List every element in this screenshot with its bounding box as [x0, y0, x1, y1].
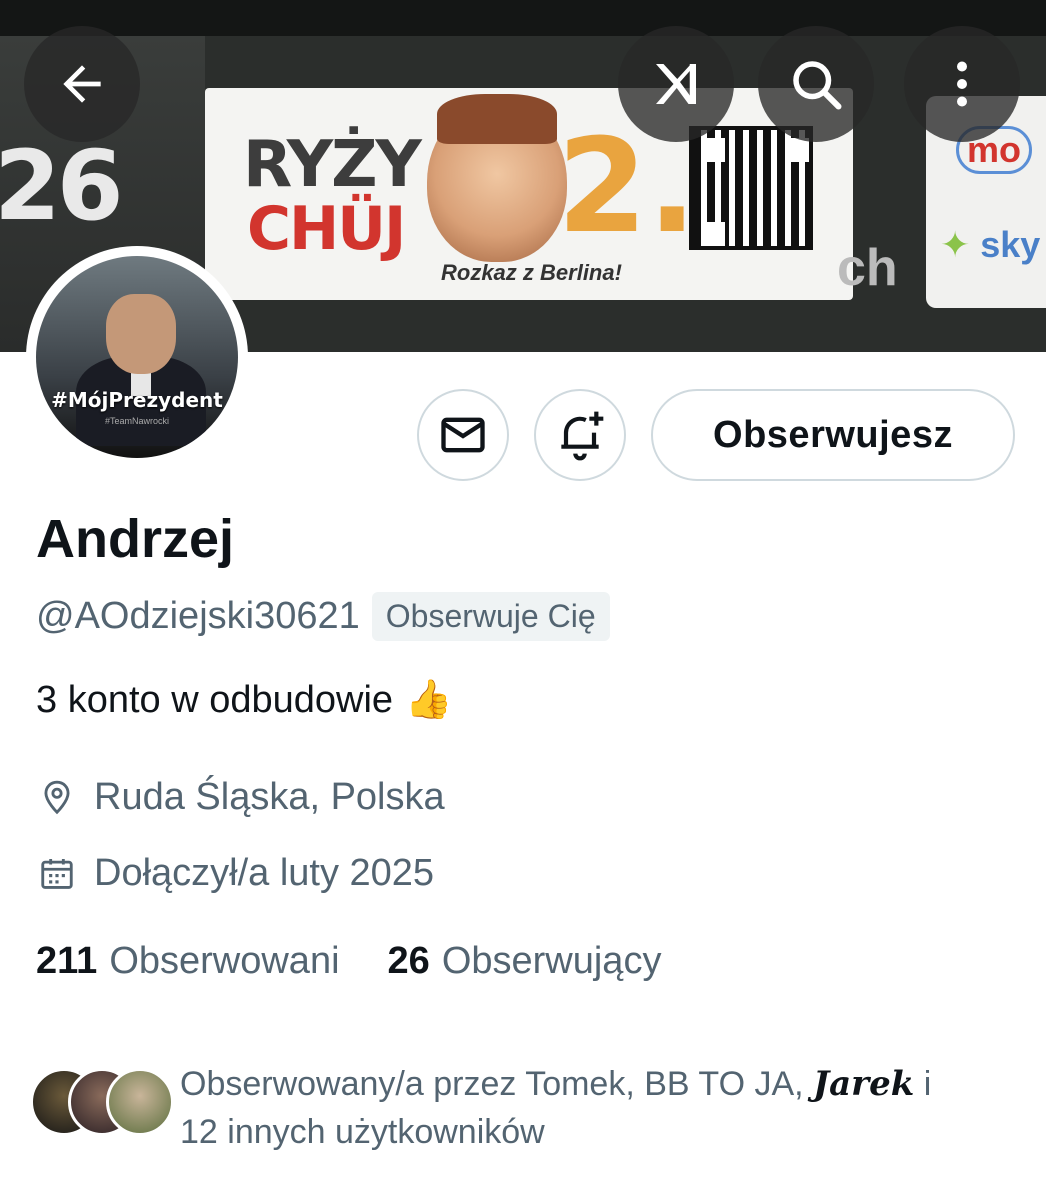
notify-button[interactable]	[534, 389, 626, 481]
qr-code-image	[689, 126, 813, 250]
profile-handle: @AOdziejski30621	[36, 594, 360, 637]
followers-label: Obserwujący	[441, 940, 662, 982]
search-icon	[793, 61, 842, 110]
profile-bio: 3 konto w odbudowie 👍	[36, 678, 452, 722]
grok-button[interactable]	[618, 26, 734, 142]
follower-avatar-3	[106, 1068, 174, 1136]
banner-number: 26	[0, 130, 124, 242]
calendar-icon	[36, 853, 78, 895]
avatar-image: #MójPrezydent #TeamNawrocki	[36, 256, 238, 458]
back-button[interactable]	[24, 26, 140, 142]
search-button[interactable]	[758, 26, 874, 142]
banner-suffix: ch	[837, 239, 898, 297]
more-vertical-icon	[957, 61, 967, 107]
handle-row: @AOdziejski30621 Obserwuje Cię	[36, 590, 610, 642]
banner-top-strip	[0, 0, 1046, 36]
followers-count: 26	[387, 940, 430, 982]
message-button[interactable]	[417, 389, 509, 481]
follow-stats: 211 Obserwowani 26 Obserwujący	[36, 940, 661, 983]
followed-by-row[interactable]: Obserwowany/a przez Tomek, BB TO JA, Jar…	[30, 1060, 1020, 1160]
followers-link[interactable]: 26 Obserwujący	[388, 940, 662, 983]
bio-text: 3 konto w odbudowie	[36, 678, 394, 721]
followed-by-conj: i	[923, 1065, 932, 1103]
banner-subtitle: Rozkaz z Berlina!	[441, 260, 622, 285]
following-count: 211	[36, 940, 98, 982]
more-button[interactable]	[904, 26, 1020, 142]
location-pin-icon	[36, 777, 78, 819]
followed-by-suffix: 12 innych użytkowników	[180, 1113, 545, 1151]
banner-line1: RYŻY	[243, 128, 422, 202]
avatar-face	[106, 294, 176, 374]
following-link[interactable]: 211 Obserwowani	[36, 940, 340, 983]
thumbs-up-icon: 👍	[405, 679, 453, 721]
avatar-subtag: #TeamNawrocki	[104, 416, 170, 426]
joined-row: Dołączył/a luty 2025	[36, 852, 434, 895]
following-label: Obserwowani	[109, 940, 340, 982]
banner-brand2: ✦ sky	[940, 224, 1041, 265]
bell-plus-icon	[561, 411, 604, 461]
joined-text: Dołączył/a luty 2025	[94, 852, 435, 894]
profile-avatar[interactable]: #MójPrezydent #TeamNawrocki	[26, 246, 248, 468]
location-text: Ruda Śląska, Polska	[94, 776, 445, 818]
avatar-hashtag: #MójPrezydent	[51, 388, 223, 412]
location-row: Ruda Śląska, Polska	[36, 776, 445, 819]
banner-sticker: RYŻY CHÜJ 2. Rozkaz z Berlina! ch	[205, 88, 898, 300]
mail-icon	[441, 417, 485, 453]
following-button[interactable]: Obserwujesz	[651, 389, 1015, 481]
followed-by-prefix: Obserwowany/a przez Tomek, BB TO JA,	[180, 1065, 804, 1103]
profile-name: Andrzej	[36, 509, 235, 569]
followed-by-text: Obserwowany/a przez Tomek, BB TO JA, Jar…	[180, 1060, 1020, 1156]
cartoon-face-image	[427, 94, 567, 262]
banner-line2: CHÜJ	[247, 194, 406, 264]
followed-by-script-name: Jarek	[813, 1064, 915, 1104]
follows-you-badge: Obserwuje Cię	[371, 591, 610, 641]
grok-icon	[656, 64, 696, 104]
arrow-left-icon	[63, 65, 101, 103]
